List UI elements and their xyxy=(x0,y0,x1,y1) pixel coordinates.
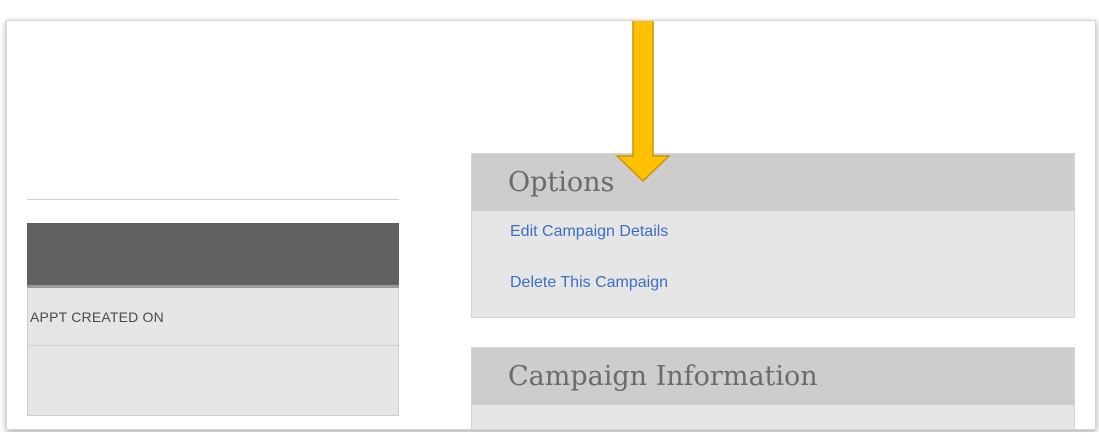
appointments-table: APPT CREATED ON xyxy=(27,223,399,416)
options-panel-header: Options xyxy=(472,154,1074,211)
table-row xyxy=(27,346,399,416)
left-divider xyxy=(27,199,399,200)
edit-campaign-details-link[interactable]: Edit Campaign Details xyxy=(510,219,1074,245)
options-panel-title: Options xyxy=(508,167,615,198)
campaign-information-panel: Campaign Information xyxy=(471,347,1075,429)
page-frame: APPT CREATED ON Options Edit Campaign De… xyxy=(6,20,1096,430)
column-label-appt-created-on: APPT CREATED ON xyxy=(30,308,164,325)
table-header xyxy=(27,223,399,285)
table-row: APPT CREATED ON xyxy=(27,288,399,346)
down-arrow-shape xyxy=(615,21,671,183)
campaign-information-header: Campaign Information xyxy=(472,348,1074,405)
delete-campaign-link[interactable]: Delete This Campaign xyxy=(510,270,1074,296)
down-arrow-icon xyxy=(615,21,671,183)
campaign-information-title: Campaign Information xyxy=(508,361,818,392)
options-panel: Options Edit Campaign Details Delete Thi… xyxy=(471,153,1075,318)
options-list: Edit Campaign Details Delete This Campai… xyxy=(472,211,1074,296)
